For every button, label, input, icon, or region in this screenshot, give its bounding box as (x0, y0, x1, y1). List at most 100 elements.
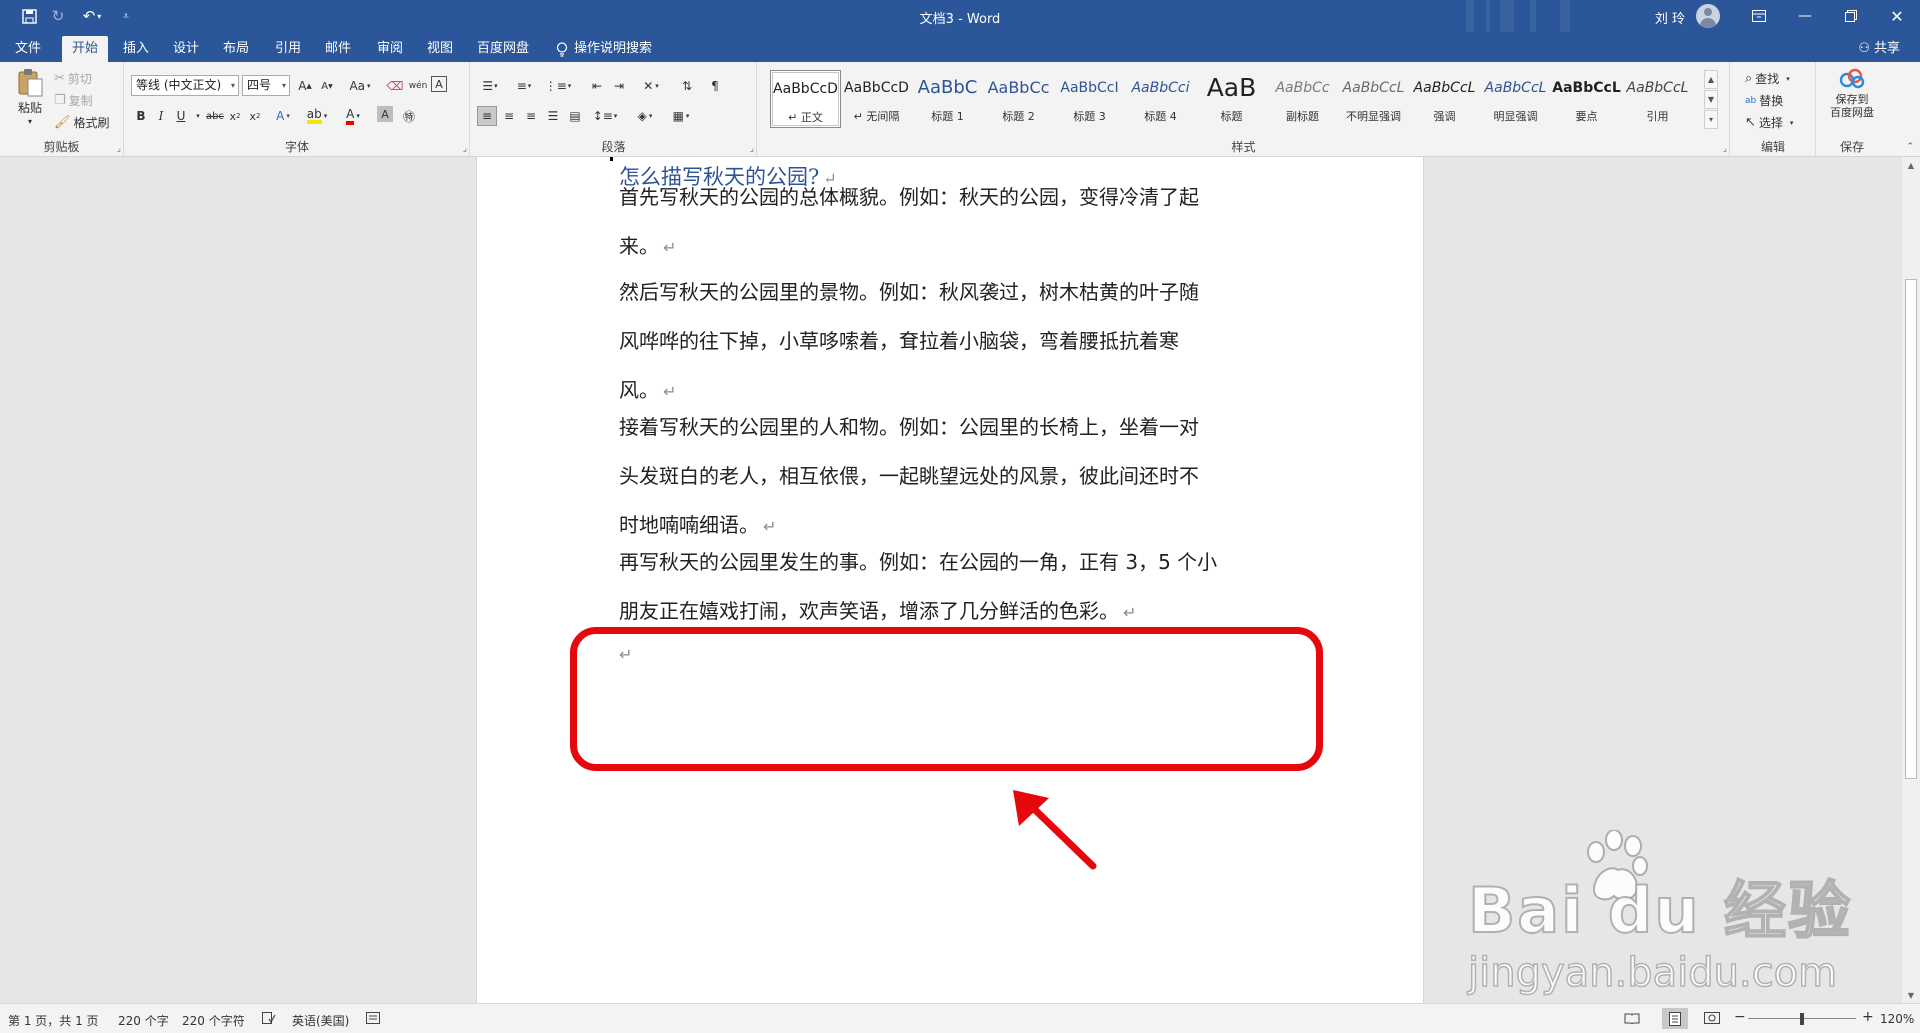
align-center-icon[interactable]: ≡ (499, 106, 519, 126)
tab-insert[interactable]: 插入 (116, 36, 156, 62)
zoom-level[interactable]: 120% (1880, 1012, 1914, 1026)
character-shading-icon[interactable]: A (377, 106, 393, 122)
align-left-icon[interactable]: ≡ (477, 106, 497, 126)
style-heading-3[interactable]: AaBbCcI 标题 3 (1054, 70, 1125, 128)
tab-design[interactable]: 设计 (166, 36, 206, 62)
share-button[interactable]: ⚇ 共享 (1858, 36, 1900, 62)
save-to-netdisk-button[interactable]: 保存到 百度网盘 (1823, 68, 1881, 119)
chinese-layout-icon[interactable]: ✕ ▾ (637, 76, 665, 96)
text-effects-icon[interactable]: A ▾ (269, 106, 297, 126)
character-border-icon[interactable]: A (431, 76, 447, 92)
highlight-color-icon[interactable]: ab ▾ (303, 106, 331, 126)
replace-button[interactable]: ab 替换 (1745, 92, 1783, 109)
style-quote[interactable]: AaBbCcL 引用 (1622, 70, 1693, 128)
paragraph[interactable]: 再写秋天的公园里发生的事。例如：在公园的一角，正有 3，5 个小 朋友正在嬉戏打… (619, 538, 1289, 637)
style-emphasis[interactable]: AaBbCcL 强调 (1409, 70, 1480, 128)
user-name[interactable]: 刘 玲 (1655, 8, 1685, 27)
paragraph-launcher-icon[interactable]: ⌟ (750, 144, 754, 154)
show-marks-icon[interactable]: ¶ (705, 76, 725, 96)
proofing-icon[interactable] (262, 1012, 276, 1027)
zoom-in-icon[interactable]: + (1862, 1009, 1874, 1025)
tab-view[interactable]: 视图 (420, 36, 460, 62)
font-launcher-icon[interactable]: ⌟ (463, 144, 467, 154)
phonetic-guide-icon[interactable]: wén (408, 76, 428, 96)
styles-launcher-icon[interactable]: ⌟ (1723, 144, 1727, 154)
clipboard-launcher-icon[interactable]: ⌟ (117, 144, 121, 154)
line-spacing-icon[interactable]: ↕≡ ▾ (591, 106, 619, 126)
char-count[interactable]: 220 个字符 (182, 1012, 245, 1029)
page-count[interactable]: 第 1 页，共 1 页 (8, 1012, 99, 1029)
scroll-up-icon[interactable]: ▲ (1905, 159, 1917, 171)
multilevel-list-icon[interactable]: ⋮≡ ▾ (545, 76, 572, 96)
macro-icon[interactable] (366, 1012, 380, 1027)
style-strong[interactable]: AaBbCcL 要点 (1551, 70, 1622, 128)
paragraph[interactable]: 接着写秋天的公园里的人和物。例如：公园里的长椅上，坐着一对 头发斑白的老人，相互… (619, 403, 1289, 551)
justify-icon[interactable]: ☰ (543, 106, 563, 126)
align-right-icon[interactable]: ≡ (521, 106, 541, 126)
style-intense-emphasis[interactable]: AaBbCcL 明显强调 (1480, 70, 1551, 128)
style-title[interactable]: AaB 标题 (1196, 70, 1267, 128)
minimize-icon[interactable]: — (1782, 0, 1828, 32)
web-layout-icon[interactable] (1704, 1012, 1720, 1027)
gallery-more-icon[interactable]: ▾ (1704, 110, 1718, 129)
print-layout-icon[interactable] (1662, 1008, 1688, 1029)
paragraph[interactable]: 首先写秋天的公园的总体概貌。例如：秋天的公园，变得冷清了起 来。 ↵ (619, 173, 1289, 272)
tell-me-search[interactable]: 操作说明搜索 (556, 36, 652, 62)
style-no-spacing[interactable]: AaBbCcD ↵ 无间隔 (841, 70, 912, 128)
find-button[interactable]: ⌕ 查找 ▾ (1745, 70, 1790, 87)
style-subtle-emphasis[interactable]: AaBbCcL 不明显强调 (1338, 70, 1409, 128)
paragraph[interactable]: 然后写秋天的公园里的景物。例如：秋风袭过，树木枯黄的叶子随 风哗哗的往下掉，小草… (619, 268, 1289, 416)
font-size-combo[interactable]: 四号 ▾ (242, 75, 290, 96)
increase-indent-icon[interactable]: ⇥ (609, 76, 629, 96)
borders-icon[interactable]: ▦ ▾ (667, 106, 695, 126)
document-page[interactable]: 怎么描写秋天的公园? ↵ 首先写秋天的公园的总体概貌。例如：秋天的公园，变得冷清了… (476, 157, 1424, 1003)
change-case-button[interactable]: Aa ▾ (345, 76, 375, 96)
sort-icon[interactable]: ⇅ (677, 76, 697, 96)
tab-layout[interactable]: 布局 (216, 36, 256, 62)
italic-icon[interactable]: I (151, 106, 171, 126)
style-subtitle[interactable]: AaBbCc 副标题 (1267, 70, 1338, 128)
copy-button[interactable]: ❐ 复制 (54, 92, 93, 109)
format-painter-button[interactable]: 🖌 格式刷 (54, 114, 110, 131)
tab-mailings[interactable]: 邮件 (318, 36, 358, 62)
style-normal[interactable]: AaBbCcD ↵ 正文 (770, 70, 841, 128)
select-button[interactable]: ↖ 选择 ▾ (1745, 114, 1793, 131)
tab-file[interactable]: 文件 (8, 36, 48, 62)
vertical-scrollbar[interactable]: ▲ ▼ (1902, 157, 1920, 1003)
numbering-icon[interactable]: ≡ ▾ (511, 76, 537, 96)
tab-baidu-netdisk[interactable]: 百度网盘 (472, 36, 534, 62)
scrollbar-thumb[interactable] (1905, 279, 1917, 779)
clear-formatting-icon[interactable]: ⌫ (385, 76, 405, 96)
word-count[interactable]: 220 个字 (118, 1012, 169, 1029)
collapse-ribbon-icon[interactable]: ⌃ (1906, 142, 1914, 152)
style-heading-4[interactable]: AaBbCci 标题 4 (1125, 70, 1196, 128)
grow-font-icon[interactable]: A ▲ (295, 76, 315, 96)
gallery-up-icon[interactable]: ▲ (1704, 70, 1718, 89)
font-name-combo[interactable]: 等线 (中文正文) ▾ (131, 75, 239, 96)
ribbon-display-options-icon[interactable] (1736, 0, 1782, 32)
subscript-icon[interactable]: x2 (225, 106, 245, 126)
shrink-font-icon[interactable]: A ▼ (317, 76, 337, 96)
avatar[interactable] (1696, 4, 1720, 28)
superscript-icon[interactable]: x2 (245, 106, 265, 126)
distributed-icon[interactable]: ▤ (565, 106, 585, 126)
scroll-down-icon[interactable]: ▼ (1905, 989, 1917, 1001)
tab-home[interactable]: 开始 (62, 36, 108, 62)
cut-button[interactable]: ✂ 剪切 (54, 70, 92, 87)
zoom-slider-thumb[interactable] (1800, 1013, 1804, 1025)
style-heading-1[interactable]: AaBbC 标题 1 (912, 70, 983, 128)
tab-review[interactable]: 审阅 (370, 36, 410, 62)
gallery-down-icon[interactable]: ▼ (1704, 90, 1718, 109)
bullets-icon[interactable]: ☰ ▾ (477, 76, 503, 96)
close-icon[interactable]: ✕ (1874, 0, 1920, 32)
decrease-indent-icon[interactable]: ⇤ (587, 76, 607, 96)
restore-icon[interactable] (1828, 0, 1874, 32)
enclosed-characters-icon[interactable]: ㊕ (399, 106, 419, 126)
bold-icon[interactable]: B (131, 106, 151, 126)
read-mode-icon[interactable] (1624, 1012, 1640, 1027)
language[interactable]: 英语(美国) (292, 1012, 349, 1029)
style-heading-2[interactable]: AaBbCc 标题 2 (983, 70, 1054, 128)
font-color-icon[interactable]: A ▾ (339, 106, 367, 126)
tab-references[interactable]: 引用 (268, 36, 308, 62)
paste-button[interactable]: 粘贴 ▾ (10, 68, 50, 126)
